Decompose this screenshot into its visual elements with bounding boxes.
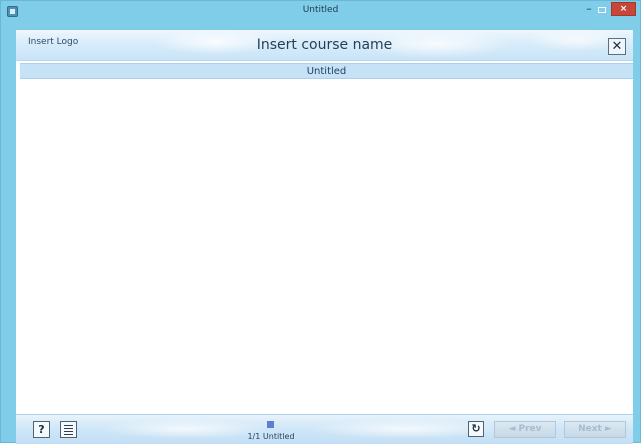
menu-icon [64, 434, 73, 435]
next-button[interactable]: Next ► [564, 421, 626, 438]
app-window: Untitled – × Insert Logo Insert course n… [0, 0, 641, 444]
course-player: Insert Logo Insert course name ✕ Untitle… [16, 30, 633, 444]
page-indicator: 1/1 Untitled [247, 432, 295, 441]
window-close-button[interactable]: × [611, 2, 636, 16]
menu-button[interactable] [60, 421, 77, 438]
course-footer: ? 1/1 Untitled ↻ ◄ Prev Next ► [16, 414, 633, 444]
menu-icon [64, 431, 73, 432]
slide-title-bar: Untitled [20, 63, 633, 79]
menu-icon [64, 425, 73, 426]
course-header: Insert Logo Insert course name ✕ [16, 30, 633, 61]
slide-title: Untitled [306, 66, 347, 77]
window-titlebar[interactable]: Untitled – × [1, 1, 640, 23]
maximize-button[interactable] [598, 7, 606, 13]
reload-button[interactable]: ↻ [468, 421, 484, 437]
minimize-button[interactable]: – [582, 3, 596, 17]
page-marker-icon[interactable] [267, 421, 274, 428]
window-title: Untitled [302, 5, 339, 15]
help-button[interactable]: ? [33, 421, 50, 438]
slide-content-area [20, 80, 633, 412]
menu-icon [64, 428, 73, 429]
prev-button[interactable]: ◄ Prev [494, 421, 556, 438]
course-title: Insert course name [256, 37, 393, 53]
close-course-button[interactable]: ✕ [608, 38, 626, 55]
